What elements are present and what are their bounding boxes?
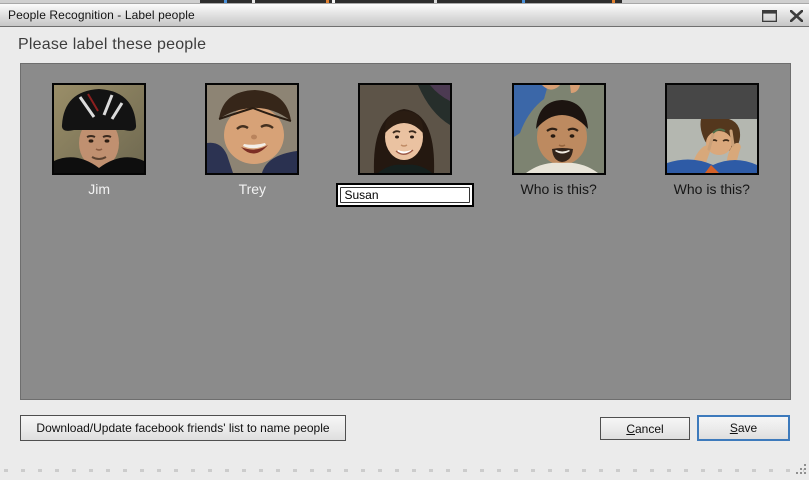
resize-grip-icon[interactable] (795, 462, 807, 474)
bottom-tick-texture (4, 469, 804, 472)
person-card: Trey (177, 83, 327, 197)
people-recognition-dialog: { "window": { "title": "People Recogniti… (0, 0, 809, 476)
name-input-frame (336, 183, 474, 207)
face-thumbnail-girl[interactable] (358, 83, 452, 175)
facebook-friends-button[interactable]: Download/Update facebook friends' list t… (20, 415, 346, 441)
person-card: Who is this? (484, 83, 634, 197)
person-name-label[interactable]: Who is this? (521, 181, 597, 197)
person-card: Who is this? (637, 83, 787, 197)
facebook-friends-button-label: Download/Update facebook friends' list t… (36, 421, 329, 435)
face-thumbnail-boy[interactable] (665, 83, 759, 175)
close-icon[interactable] (787, 7, 805, 25)
person-name-label[interactable]: Trey (239, 181, 266, 197)
person-name-label[interactable]: Jim (88, 181, 110, 197)
save-button-label: Save (730, 421, 757, 435)
person-card (330, 83, 480, 207)
people-panel: Jim Trey (20, 63, 791, 400)
window-title: People Recognition - Label people (0, 8, 195, 22)
save-button[interactable]: Save (697, 415, 790, 441)
face-thumbnail-jim[interactable] (52, 83, 146, 175)
face-thumbnail-man[interactable] (512, 83, 606, 175)
cancel-button[interactable]: Cancel (600, 417, 690, 440)
person-name-input[interactable] (340, 187, 470, 203)
title-bar[interactable]: People Recognition - Label people (0, 3, 809, 27)
maximize-icon[interactable] (760, 7, 778, 25)
page-title: Please label these people (18, 36, 206, 54)
person-card: Jim (24, 83, 174, 197)
person-name-label[interactable]: Who is this? (674, 181, 750, 197)
cancel-button-label: Cancel (626, 422, 663, 436)
face-thumbnail-trey[interactable] (205, 83, 299, 175)
